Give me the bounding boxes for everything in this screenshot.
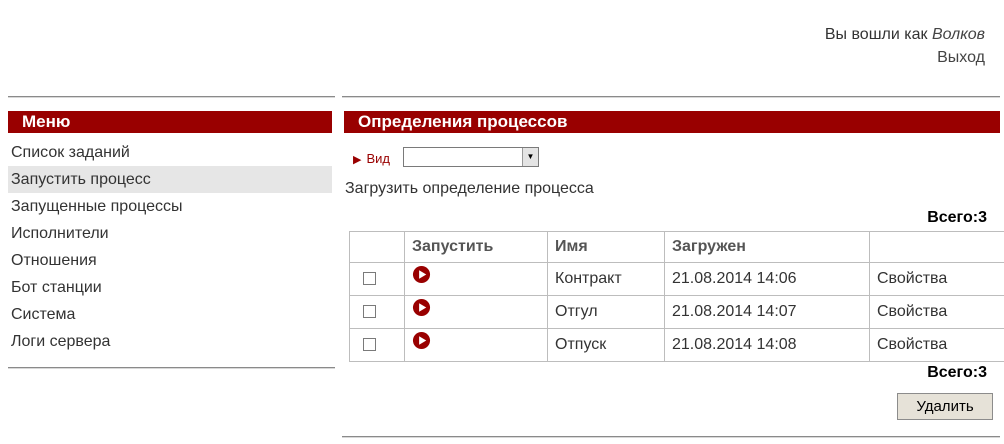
sidebar-item-relations[interactable]: Отношения xyxy=(8,247,332,274)
sidebar-item-running-processes[interactable]: Запущенные процессы xyxy=(8,193,332,220)
total-count-bottom: Всего:3 xyxy=(927,364,987,382)
total-value: 3 xyxy=(978,209,987,226)
triangle-right-icon: ▶ xyxy=(353,154,362,166)
delete-button[interactable]: Удалить xyxy=(897,393,993,420)
chevron-down-icon[interactable]: ▼ xyxy=(522,148,538,166)
view-select[interactable]: ▼ xyxy=(403,147,539,167)
total-value: 3 xyxy=(978,364,987,381)
process-definitions-table: Запустить Имя Загружен Контракт 21.08.20… xyxy=(349,231,1004,362)
sidebar-item-server-logs[interactable]: Логи сервера xyxy=(8,328,332,355)
sidebar-item-tasks[interactable]: Список заданий xyxy=(8,139,332,166)
properties-link[interactable]: Свойства xyxy=(869,295,1004,329)
sidebar-bottom-divider xyxy=(8,367,335,369)
user-name: Волков xyxy=(931,26,985,43)
sidebar-top-divider xyxy=(8,96,335,98)
column-header-select xyxy=(349,231,405,263)
column-header-properties xyxy=(869,231,1004,263)
table-row: Отгул 21.08.2014 14:07 Свойства xyxy=(349,295,1004,329)
total-label: Всего: xyxy=(927,364,979,381)
uploaded-date: 21.08.2014 14:07 xyxy=(664,295,870,329)
total-count-top: Всего:3 xyxy=(927,209,987,227)
page-title: Определения процессов xyxy=(344,111,1000,133)
column-header-name[interactable]: Имя xyxy=(547,231,665,263)
process-name: Контракт xyxy=(547,262,665,296)
sidebar-item-start-process[interactable]: Запустить процесс xyxy=(8,166,332,193)
table-row: Контракт 21.08.2014 14:06 Свойства xyxy=(349,262,1004,296)
total-label: Всего: xyxy=(927,209,979,226)
logged-in-line: Вы вошли как Волков xyxy=(825,23,985,46)
process-name: Отпуск xyxy=(547,328,665,362)
sidebar-item-system[interactable]: Система xyxy=(8,301,332,328)
menu-title: Меню xyxy=(8,111,332,133)
row-checkbox[interactable] xyxy=(363,272,376,285)
upload-definition-link[interactable]: Загрузить определение процесса xyxy=(345,178,594,200)
row-checkbox[interactable] xyxy=(363,338,376,351)
uploaded-date: 21.08.2014 14:08 xyxy=(664,328,870,362)
sidebar-item-bot-stations[interactable]: Бот станции xyxy=(8,274,332,301)
main-top-divider xyxy=(342,96,1000,98)
play-circle-icon[interactable] xyxy=(412,331,431,350)
play-circle-icon[interactable] xyxy=(412,265,431,284)
properties-link[interactable]: Свойства xyxy=(869,262,1004,296)
table-header-row: Запустить Имя Загружен xyxy=(349,231,1004,263)
view-label-text: Вид xyxy=(366,151,390,166)
user-header: Вы вошли как Волков Выход xyxy=(825,23,985,69)
play-circle-icon[interactable] xyxy=(412,298,431,317)
sidebar-item-executors[interactable]: Исполнители xyxy=(8,220,332,247)
row-checkbox[interactable] xyxy=(363,305,376,318)
view-label: ▶ Вид xyxy=(353,147,390,171)
process-name: Отгул xyxy=(547,295,665,329)
column-header-start[interactable]: Запустить xyxy=(404,231,548,263)
table-row: Отпуск 21.08.2014 14:08 Свойства xyxy=(349,328,1004,362)
properties-link[interactable]: Свойства xyxy=(869,328,1004,362)
uploaded-date: 21.08.2014 14:06 xyxy=(664,262,870,296)
main-bottom-divider xyxy=(342,436,1000,438)
column-header-uploaded[interactable]: Загружен xyxy=(664,231,870,263)
logout-link[interactable]: Выход xyxy=(825,46,985,69)
sidebar-menu: Список заданий Запустить процесс Запущен… xyxy=(8,139,332,355)
logged-in-text: Вы вошли как xyxy=(824,26,928,43)
